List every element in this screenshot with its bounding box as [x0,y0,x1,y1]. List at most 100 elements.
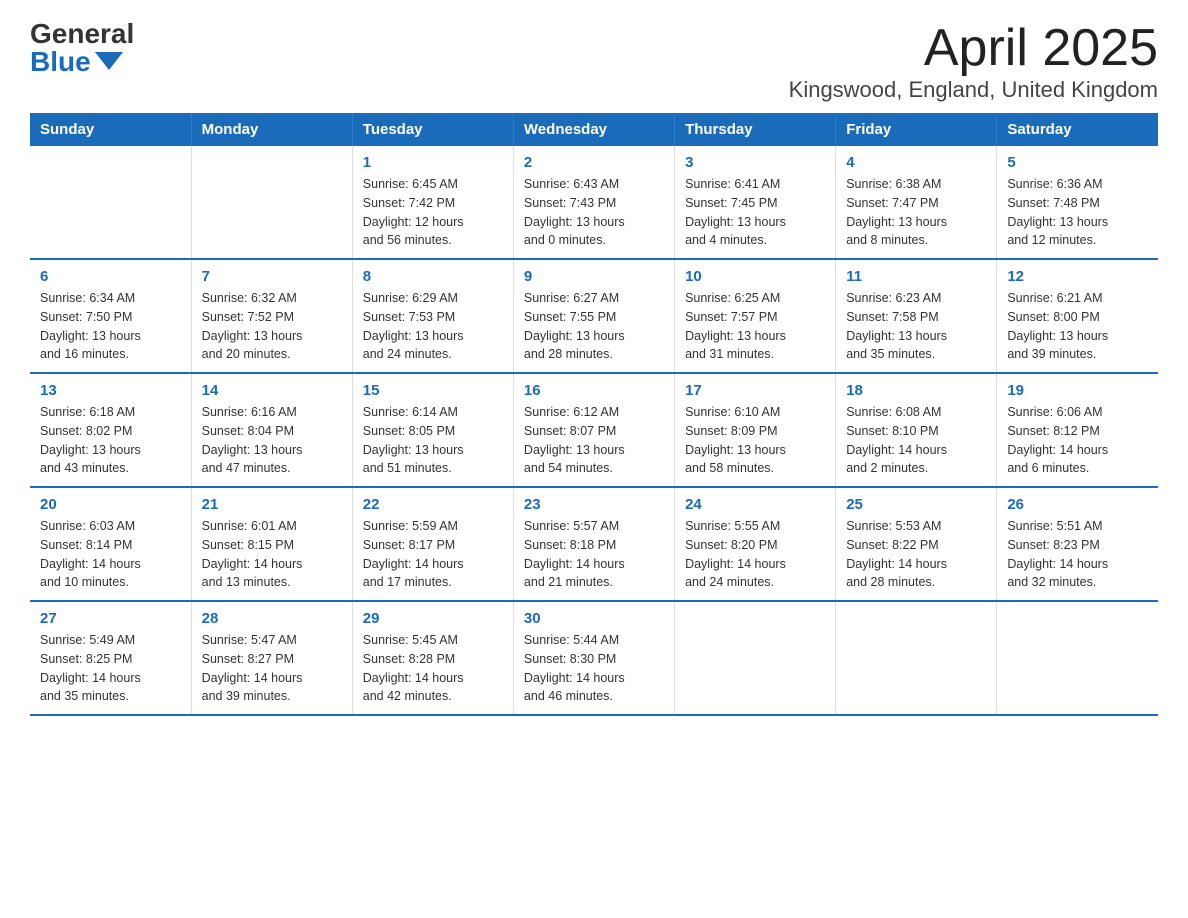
calendar-cell: 6Sunrise: 6:34 AM Sunset: 7:50 PM Daylig… [30,259,191,373]
header-thursday: Thursday [675,113,836,146]
calendar-cell: 8 Sunrise: 6:29 AM Sunset: 7:53 PM Daylig… [352,259,513,373]
header-monday: Monday [191,113,352,146]
day-info: Sunrise: 5:44 AM Sunset: 8:30 PM Dayligh… [524,631,664,706]
calendar-cell: 23Sunrise: 5:57 AM Sunset: 8:18 PM Dayli… [513,487,674,601]
calendar-cell: 4 Sunrise: 6:38 AM Sunset: 7:47 PM Daylig… [836,146,997,259]
day-info: Sunrise: 6:16 AM Sunset: 8:04 PM Dayligh… [202,403,342,478]
day-info: Sunrise: 6:21 AM Sunset: 8:00 PM Dayligh… [1007,289,1148,364]
day-info: Sunrise: 6:29 AM Sunset: 7:53 PM Dayligh… [363,289,503,364]
calendar-cell: 14Sunrise: 6:16 AM Sunset: 8:04 PM Dayli… [191,373,352,487]
day-info: Sunrise: 5:45 AM Sunset: 8:28 PM Dayligh… [363,631,503,706]
calendar-cell: 19Sunrise: 6:06 AM Sunset: 8:12 PM Dayli… [997,373,1158,487]
day-info: Sunrise: 6:10 AM Sunset: 8:09 PM Dayligh… [685,403,825,478]
calendar-cell: 18Sunrise: 6:08 AM Sunset: 8:10 PM Dayli… [836,373,997,487]
day-number: 13 [40,382,181,399]
header-wednesday: Wednesday [513,113,674,146]
calendar-cell [191,146,352,259]
calendar-cell: 26 Sunrise: 5:51 AM Sunset: 8:23 PM Dayli… [997,487,1158,601]
day-number: 26 [1007,496,1148,513]
calendar-header: Sunday Monday Tuesday Wednesday Thursday… [30,113,1158,146]
calendar-cell: 24 Sunrise: 5:55 AM Sunset: 8:20 PM Dayli… [675,487,836,601]
page-title: April 2025 [789,20,1158,77]
calendar-cell [675,601,836,715]
day-number: 3 [685,154,825,171]
logo: General Blue [30,20,134,76]
calendar-body: 1 Sunrise: 6:45 AM Sunset: 7:42 PM Daylig… [30,146,1158,715]
day-number: 25 [846,496,986,513]
day-number: 28 [202,610,342,627]
header-tuesday: Tuesday [352,113,513,146]
calendar-cell: 10 Sunrise: 6:25 AM Sunset: 7:57 PM Dayli… [675,259,836,373]
day-info: Sunrise: 6:32 AM Sunset: 7:52 PM Dayligh… [202,289,342,364]
header-row: Sunday Monday Tuesday Wednesday Thursday… [30,113,1158,146]
day-number: 18 [846,382,986,399]
day-info: Sunrise: 6:12 AM Sunset: 8:07 PM Dayligh… [524,403,664,478]
page-header: General Blue April 2025 Kingswood, Engla… [30,20,1158,103]
day-number: 4 [846,154,986,171]
calendar-cell: 15 Sunrise: 6:14 AM Sunset: 8:05 PM Dayli… [352,373,513,487]
day-number: 12 [1007,268,1148,285]
calendar-cell: 3 Sunrise: 6:41 AM Sunset: 7:45 PM Daylig… [675,146,836,259]
day-info: Sunrise: 5:59 AM Sunset: 8:17 PM Dayligh… [363,517,503,592]
day-info: Sunrise: 5:55 AM Sunset: 8:20 PM Dayligh… [685,517,825,592]
logo-general-text: General [30,20,134,48]
day-info: Sunrise: 6:03 AM Sunset: 8:14 PM Dayligh… [40,517,181,592]
calendar-cell: 25 Sunrise: 5:53 AM Sunset: 8:22 PM Dayli… [836,487,997,601]
day-number: 20 [40,496,181,513]
calendar-cell [836,601,997,715]
day-number: 11 [846,268,986,285]
title-area: April 2025 Kingswood, England, United Ki… [789,20,1158,103]
calendar-week-row: 27Sunrise: 5:49 AM Sunset: 8:25 PM Dayli… [30,601,1158,715]
day-info: Sunrise: 6:23 AM Sunset: 7:58 PM Dayligh… [846,289,986,364]
calendar-table: Sunday Monday Tuesday Wednesday Thursday… [30,113,1158,716]
day-info: Sunrise: 6:18 AM Sunset: 8:02 PM Dayligh… [40,403,181,478]
day-info: Sunrise: 5:53 AM Sunset: 8:22 PM Dayligh… [846,517,986,592]
day-number: 21 [202,496,342,513]
day-info: Sunrise: 6:36 AM Sunset: 7:48 PM Dayligh… [1007,175,1148,250]
calendar-cell: 9 Sunrise: 6:27 AM Sunset: 7:55 PM Daylig… [513,259,674,373]
calendar-cell: 7 Sunrise: 6:32 AM Sunset: 7:52 PM Daylig… [191,259,352,373]
calendar-cell: 2Sunrise: 6:43 AM Sunset: 7:43 PM Daylig… [513,146,674,259]
day-number: 29 [363,610,503,627]
calendar-cell: 1 Sunrise: 6:45 AM Sunset: 7:42 PM Daylig… [352,146,513,259]
header-saturday: Saturday [997,113,1158,146]
day-info: Sunrise: 6:45 AM Sunset: 7:42 PM Dayligh… [363,175,503,250]
day-number: 1 [363,154,503,171]
day-number: 7 [202,268,342,285]
calendar-cell [997,601,1158,715]
day-number: 17 [685,382,825,399]
calendar-cell: 27Sunrise: 5:49 AM Sunset: 8:25 PM Dayli… [30,601,191,715]
day-number: 5 [1007,154,1148,171]
calendar-week-row: 1 Sunrise: 6:45 AM Sunset: 7:42 PM Daylig… [30,146,1158,259]
header-friday: Friday [836,113,997,146]
calendar-cell: 30 Sunrise: 5:44 AM Sunset: 8:30 PM Dayli… [513,601,674,715]
calendar-week-row: 20 Sunrise: 6:03 AM Sunset: 8:14 PM Dayli… [30,487,1158,601]
day-number: 15 [363,382,503,399]
day-number: 16 [524,382,664,399]
day-info: Sunrise: 6:14 AM Sunset: 8:05 PM Dayligh… [363,403,503,478]
logo-triangle-icon [95,52,123,70]
calendar-cell: 17 Sunrise: 6:10 AM Sunset: 8:09 PM Dayli… [675,373,836,487]
day-number: 9 [524,268,664,285]
calendar-cell: 22Sunrise: 5:59 AM Sunset: 8:17 PM Dayli… [352,487,513,601]
day-number: 30 [524,610,664,627]
day-number: 24 [685,496,825,513]
day-info: Sunrise: 6:41 AM Sunset: 7:45 PM Dayligh… [685,175,825,250]
day-info: Sunrise: 6:38 AM Sunset: 7:47 PM Dayligh… [846,175,986,250]
day-number: 10 [685,268,825,285]
calendar-cell: 28Sunrise: 5:47 AM Sunset: 8:27 PM Dayli… [191,601,352,715]
calendar-cell: 5 Sunrise: 6:36 AM Sunset: 7:48 PM Daylig… [997,146,1158,259]
page-subtitle: Kingswood, England, United Kingdom [789,77,1158,103]
day-number: 8 [363,268,503,285]
day-info: Sunrise: 6:01 AM Sunset: 8:15 PM Dayligh… [202,517,342,592]
day-info: Sunrise: 6:06 AM Sunset: 8:12 PM Dayligh… [1007,403,1148,478]
calendar-cell: 29 Sunrise: 5:45 AM Sunset: 8:28 PM Dayli… [352,601,513,715]
day-info: Sunrise: 6:25 AM Sunset: 7:57 PM Dayligh… [685,289,825,364]
logo-blue-text: Blue [30,48,123,76]
day-info: Sunrise: 6:43 AM Sunset: 7:43 PM Dayligh… [524,175,664,250]
header-sunday: Sunday [30,113,191,146]
calendar-cell: 21 Sunrise: 6:01 AM Sunset: 8:15 PM Dayli… [191,487,352,601]
day-info: Sunrise: 5:51 AM Sunset: 8:23 PM Dayligh… [1007,517,1148,592]
day-info: Sunrise: 5:49 AM Sunset: 8:25 PM Dayligh… [40,631,181,706]
day-info: Sunrise: 6:27 AM Sunset: 7:55 PM Dayligh… [524,289,664,364]
